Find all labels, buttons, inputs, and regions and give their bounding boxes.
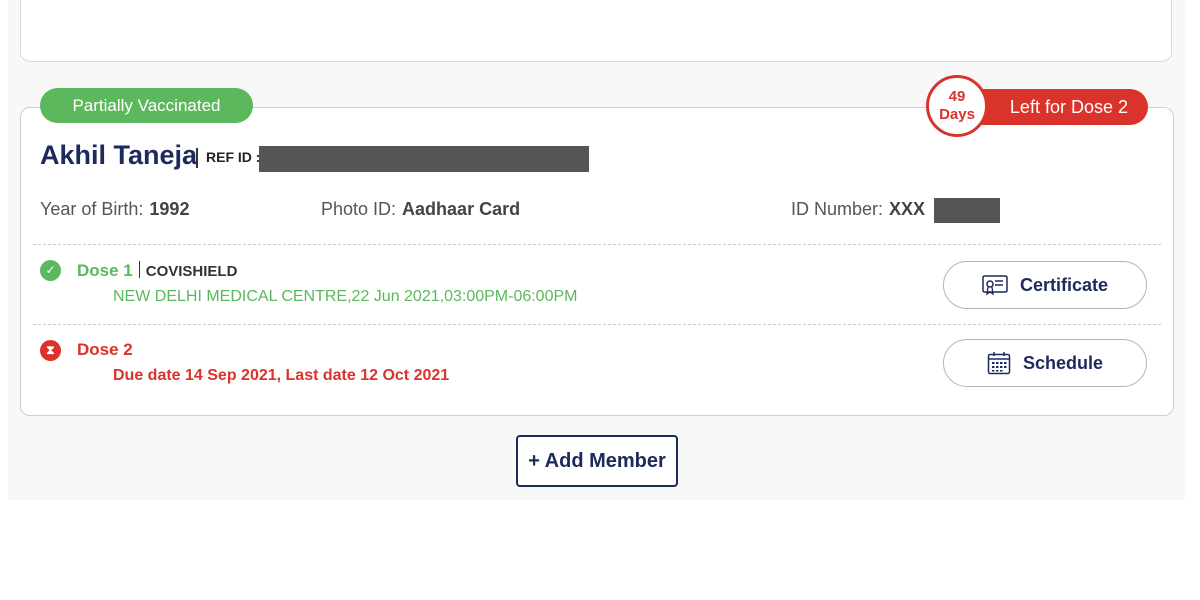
photo-id-value: Aadhaar Card [402,199,521,219]
dose1-label: Dose 1 [77,261,133,280]
dose2-title: Dose 2 [77,340,133,359]
divider [33,324,1161,325]
previous-card [20,0,1172,62]
certificate-button-label: Certificate [1019,274,1109,295]
dose1-details: NEW DELHI MEDICAL CENTRE,22 Jun 2021,03:… [113,288,578,305]
id-number-redaction [934,198,1000,223]
certificate-icon [982,274,1008,296]
id-number-value: XXX [889,199,926,219]
year-of-birth: Year of Birth: 1992 [40,199,189,220]
id-number-label: ID Number: [791,199,884,219]
ref-divider [196,148,198,168]
member-name: Akhil Taneja [40,140,198,170]
calendar-icon [987,351,1011,375]
ref-id-label: REF ID : [206,149,261,165]
dose2-details: Due date 14 Sep 2021, Last date 12 Oct 2… [113,367,450,384]
divider [33,244,1161,245]
days-left-label: Left for Dose 2 [1009,97,1128,117]
ref-id-redaction [259,146,589,172]
dose1-vaccine: COVISHIELD [145,263,238,280]
days-unit: Days [939,106,975,123]
vaccine-divider [138,261,140,278]
hourglass-icon: ⧗ [40,340,61,361]
schedule-button[interactable]: Schedule [943,339,1147,387]
id-number: ID Number: XXX [791,199,925,220]
photo-id: Photo ID: Aadhaar Card [321,199,520,220]
days-countdown-circle: 49 Days [926,75,988,137]
year-of-birth-label: Year of Birth: [40,199,144,219]
add-member-button[interactable]: + Add Member [516,435,678,487]
dose1-title: Dose 1 COVISHIELD [77,261,237,281]
certificate-button[interactable]: Certificate [943,261,1147,309]
days-count: 49 [948,88,966,105]
vaccination-status-badge: Partially Vaccinated [40,88,253,123]
photo-id-label: Photo ID: [321,199,397,219]
year-of-birth-value: 1992 [149,199,190,219]
check-circle-icon: ✓ [40,260,61,281]
schedule-button-label: Schedule [1022,352,1104,373]
